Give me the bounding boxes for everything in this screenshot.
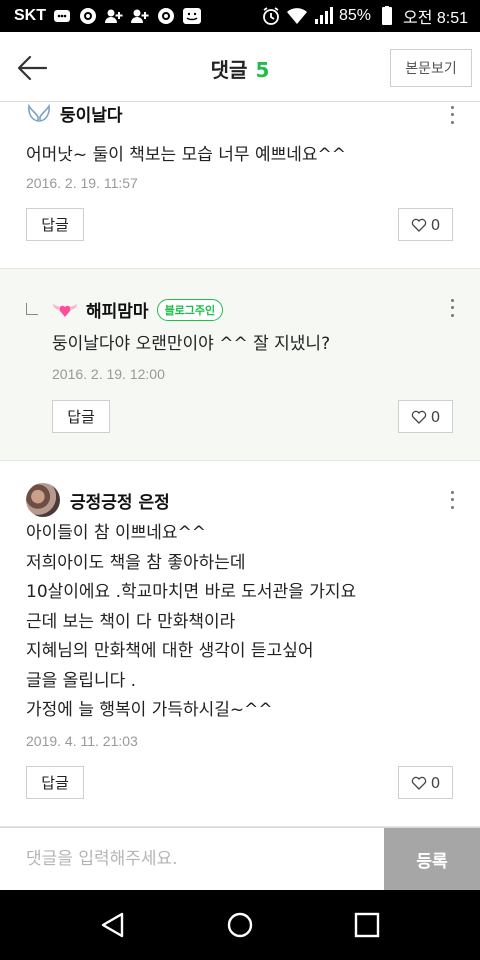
comment-date: 2016. 2. 19. 12:00 — [52, 366, 165, 382]
like-count: 0 — [430, 215, 441, 234]
nav-back-button[interactable] — [95, 907, 131, 943]
app-icon — [182, 6, 202, 26]
heart-icon — [411, 218, 426, 232]
comment-item: 둥이날다 어머낫~ 둘이 책보는 모습 너무 예쁘네요^^ 2016. 2. 1… — [0, 103, 480, 269]
comment-list[interactable]: 둥이날다 어머낫~ 둘이 책보는 모습 너무 예쁘네요^^ 2016. 2. 1… — [0, 103, 480, 827]
submit-button[interactable]: 등록 — [384, 828, 480, 890]
square-recents-icon — [354, 912, 380, 938]
person-add-icon — [130, 6, 150, 26]
comment-input[interactable] — [0, 828, 384, 890]
like-count: 0 — [430, 407, 441, 426]
heart-icon — [411, 410, 426, 424]
comment-author-row: 해피맘마 블로그주인 — [52, 297, 224, 322]
comment-date: 2016. 2. 19. 11:57 — [26, 175, 138, 191]
header: 댓글 5 본문보기 — [0, 32, 480, 102]
navigation-bar — [0, 890, 480, 960]
carrier-label: SKT — [14, 7, 46, 24]
cheese-icon — [78, 6, 98, 26]
nav-home-button[interactable] — [222, 907, 258, 943]
reply-button[interactable]: 답글 — [52, 400, 110, 433]
reply-button[interactable]: 답글 — [26, 766, 84, 799]
comment-body: 어머낫~ 둘이 책보는 모습 너무 예쁘네요^^ — [26, 145, 346, 165]
reply-button[interactable]: 답글 — [26, 208, 84, 241]
wifi-icon — [286, 6, 307, 26]
more-options-icon[interactable] — [444, 489, 460, 511]
comment-body: 아이들이 참 이쁘네요^^ 저희아이도 책을 참 좋아하는데 10살이에요 .학… — [26, 523, 357, 720]
reply-indicator-icon — [26, 303, 38, 315]
status-bar: SKT 85% 오전 8:51 — [0, 0, 480, 32]
signal-icon — [313, 6, 333, 26]
circle-home-icon — [227, 912, 253, 938]
blog-owner-badge: 블로그주인 — [156, 298, 224, 321]
angel-wings-icon — [28, 103, 50, 122]
messenger-icon — [52, 6, 72, 26]
page-title-label: 댓글 — [210, 58, 248, 82]
alarm-icon — [261, 6, 281, 26]
more-options-icon[interactable] — [444, 104, 460, 126]
comment-author[interactable]: 긍정긍정 은정 — [70, 488, 170, 513]
heart-wings-icon — [53, 303, 77, 317]
avatar[interactable] — [26, 483, 60, 517]
battery-icon — [377, 6, 397, 26]
battery-percent: 85% — [338, 7, 371, 24]
triangle-back-icon — [101, 912, 124, 938]
comment-item: 긍정긍정 은정 아이들이 참 이쁘네요^^ 저희아이도 책을 참 좋아하는데 1… — [0, 461, 480, 827]
comment-input-bar: 등록 — [0, 827, 480, 890]
like-count: 0 — [430, 773, 441, 792]
cheese-icon — [156, 6, 176, 26]
comment-author[interactable]: 둥이날다 — [60, 103, 123, 126]
clock: 오전 8:51 — [402, 10, 468, 27]
heart-icon — [411, 776, 426, 790]
comment-date: 2019. 4. 11. 21:03 — [26, 733, 138, 749]
like-button[interactable]: 0 — [398, 766, 453, 799]
comment-author[interactable]: 해피맘마 — [86, 297, 149, 322]
back-arrow-icon — [17, 55, 48, 81]
like-button[interactable]: 0 — [398, 208, 453, 241]
view-post-button[interactable]: 본문보기 — [390, 49, 472, 87]
comment-count: 5 — [255, 58, 270, 82]
back-button[interactable] — [14, 50, 50, 86]
comment-body: 둥이날다야 오랜만이야 ^^ 잘 지냈니? — [52, 334, 331, 354]
like-button[interactable]: 0 — [398, 400, 453, 433]
reply-comment-item: 해피맘마 블로그주인 둥이날다야 오랜만이야 ^^ 잘 지냈니? 2016. 2… — [0, 269, 480, 461]
more-options-icon[interactable] — [444, 297, 460, 319]
nav-recents-button[interactable] — [349, 907, 385, 943]
comment-author-row: 긍정긍정 은정 — [26, 483, 170, 517]
person-add-icon — [104, 6, 124, 26]
comment-author-row: 둥이날다 — [26, 103, 123, 126]
